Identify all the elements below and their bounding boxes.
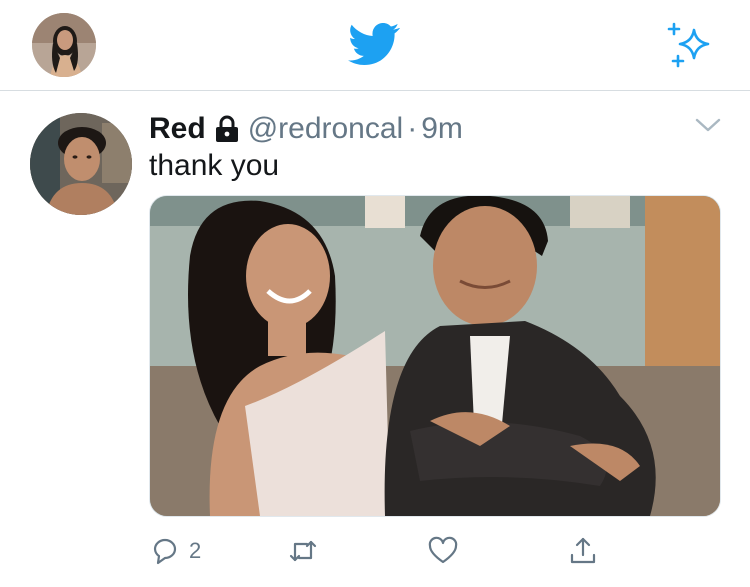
account-avatar[interactable] bbox=[32, 13, 96, 77]
top-bar bbox=[0, 0, 750, 91]
tweet-actions: 2 bbox=[149, 531, 719, 571]
author-name[interactable]: Red bbox=[149, 112, 206, 146]
separator-dot: · bbox=[407, 112, 418, 145]
lock-icon bbox=[215, 115, 238, 142]
retweet-button[interactable] bbox=[287, 531, 319, 571]
sparkle-icon[interactable] bbox=[664, 20, 714, 68]
author-avatar-image bbox=[30, 113, 132, 215]
like-button[interactable] bbox=[427, 531, 459, 571]
tweet-media[interactable] bbox=[149, 195, 721, 517]
tweet-header: Red @redroncal · 9m bbox=[149, 109, 463, 149]
retweet-icon bbox=[289, 540, 317, 562]
share-icon bbox=[570, 537, 596, 564]
author-avatar[interactable] bbox=[30, 113, 132, 215]
tweet-text: thank you bbox=[149, 149, 280, 182]
tweet[interactable]: Red @redroncal · 9m thank you 2 bbox=[0, 91, 750, 587]
share-button[interactable] bbox=[567, 531, 599, 571]
avatar-image bbox=[32, 13, 96, 77]
twitter-bird-icon[interactable] bbox=[345, 18, 403, 70]
reply-icon bbox=[153, 538, 177, 565]
reply-button[interactable]: 2 bbox=[149, 531, 201, 571]
chevron-down-icon[interactable] bbox=[693, 115, 723, 135]
tweet-timestamp[interactable]: 9m bbox=[421, 112, 463, 146]
tweet-photo bbox=[150, 196, 720, 516]
reply-count: 2 bbox=[189, 538, 202, 563]
heart-icon bbox=[428, 536, 458, 564]
author-handle[interactable]: @redroncal bbox=[248, 112, 404, 146]
